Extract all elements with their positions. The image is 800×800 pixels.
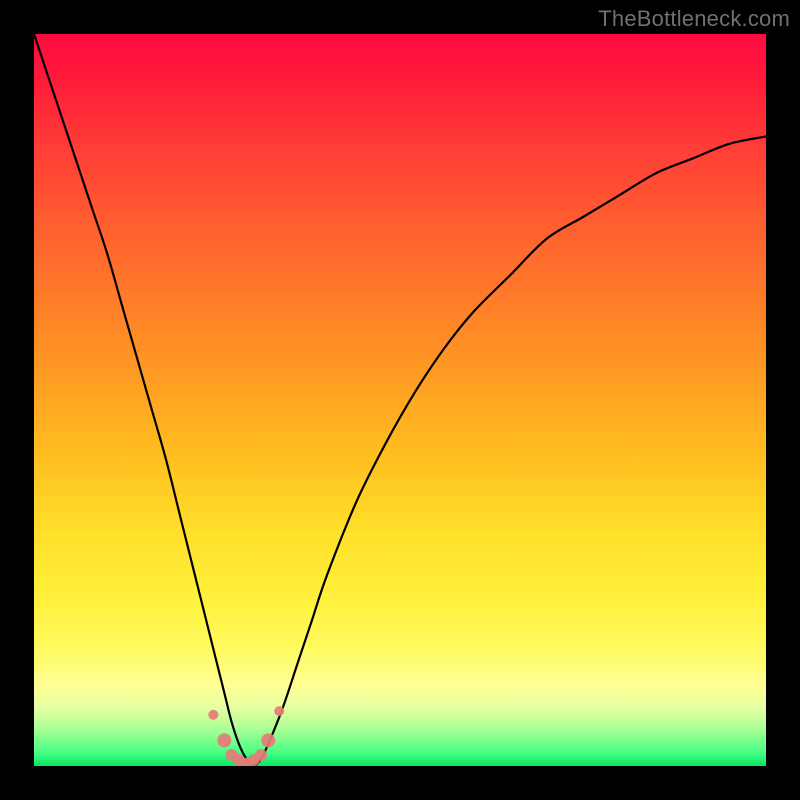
marker-dot	[208, 710, 218, 720]
watermark-text: TheBottleneck.com	[598, 6, 790, 32]
chart-frame: TheBottleneck.com	[0, 0, 800, 800]
marker-dot	[274, 706, 284, 716]
marker-dot	[255, 749, 267, 761]
plot-area	[34, 34, 766, 766]
bottleneck-curve	[34, 34, 766, 766]
marker-dot	[261, 733, 275, 747]
curve-svg	[34, 34, 766, 766]
marker-dot	[217, 733, 231, 747]
